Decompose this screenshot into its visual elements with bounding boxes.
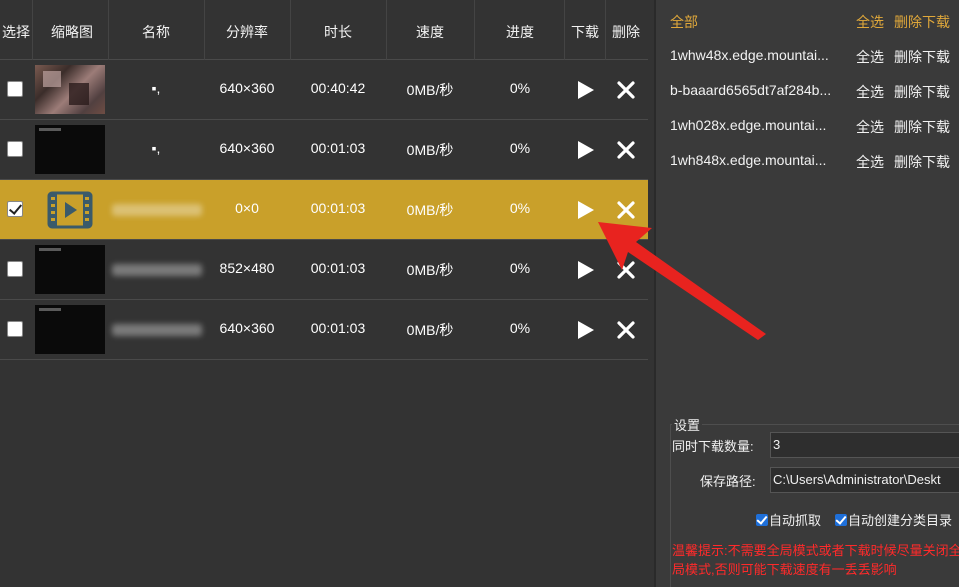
close-icon[interactable] bbox=[616, 80, 636, 100]
auto-capture-checkbox[interactable]: 自动抓取 bbox=[756, 510, 821, 529]
header-resolution: 分辨率 bbox=[226, 24, 268, 40]
site-delete-download-button[interactable]: 删除下载 bbox=[894, 152, 950, 172]
row-checkbox[interactable] bbox=[7, 321, 23, 337]
download-speed: 0MB/秒 bbox=[406, 82, 454, 98]
video-resolution: 852×480 bbox=[219, 260, 275, 276]
header-download: 下载 bbox=[571, 24, 599, 40]
settings-title: 设置 bbox=[672, 415, 703, 434]
delete-all-download-button[interactable]: 删除下载 bbox=[894, 12, 950, 32]
download-progress: 0% bbox=[509, 200, 531, 216]
close-icon[interactable] bbox=[616, 200, 636, 220]
download-speed: 0MB/秒 bbox=[406, 262, 454, 278]
video-name: ▪, bbox=[151, 80, 161, 96]
warning-tip: 温馨提示:不需要全局模式或者下载时候尽量关闭全局模式,否则可能下载速度有一丢丢影… bbox=[672, 543, 959, 577]
video-resolution: 640×360 bbox=[219, 320, 275, 336]
video-name-blurred bbox=[112, 204, 202, 216]
video-duration: 00:01:03 bbox=[310, 200, 366, 216]
site-host: b-baaard6565dt7af284b... bbox=[670, 82, 832, 98]
table-header: 选择 缩略图 名称 分辨率 时长 速度 进度 下载 删除 bbox=[0, 0, 648, 60]
video-duration: 00:01:03 bbox=[310, 260, 366, 276]
video-file-icon bbox=[47, 191, 93, 229]
header-speed: 速度 bbox=[416, 24, 444, 40]
site-host: 1whw48x.edge.mountai... bbox=[670, 47, 829, 63]
download-speed: 0MB/秒 bbox=[406, 202, 454, 218]
site-panel: 全部 全选 删除下载 1whw48x.edge.mountai... 全选 删除… bbox=[654, 0, 959, 587]
row-checkbox[interactable] bbox=[7, 141, 23, 157]
play-download-icon[interactable] bbox=[577, 260, 595, 280]
header-thumbnail: 缩略图 bbox=[51, 24, 93, 40]
table-row[interactable]: ▪, 640×360 00:40:42 0MB/秒 0% bbox=[0, 60, 648, 120]
header-duration: 时长 bbox=[324, 24, 352, 40]
close-icon[interactable] bbox=[616, 140, 636, 160]
save-path-label: 保存路径: bbox=[700, 474, 756, 489]
table-row[interactable]: ▪, 640×360 00:01:03 0MB/秒 0% bbox=[0, 120, 648, 180]
site-delete-download-button[interactable]: 删除下载 bbox=[894, 117, 950, 137]
play-download-icon[interactable] bbox=[577, 320, 595, 340]
video-resolution: 640×360 bbox=[219, 140, 275, 156]
all-sites-label[interactable]: 全部 bbox=[670, 12, 698, 32]
checkbox-checked-icon[interactable] bbox=[835, 514, 847, 526]
close-icon[interactable] bbox=[616, 320, 636, 340]
video-duration: 00:40:42 bbox=[310, 80, 366, 96]
video-thumbnail bbox=[35, 125, 105, 174]
site-delete-download-button[interactable]: 删除下载 bbox=[894, 47, 950, 67]
select-all-button[interactable]: 全选 bbox=[856, 12, 884, 32]
row-checkbox[interactable] bbox=[7, 261, 23, 277]
download-progress: 0% bbox=[509, 140, 531, 156]
video-resolution: 640×360 bbox=[219, 80, 275, 96]
row-checkbox[interactable] bbox=[7, 81, 23, 97]
row-checkbox-checked[interactable] bbox=[7, 201, 23, 217]
video-name: ▪, bbox=[151, 140, 161, 156]
video-thumbnail bbox=[35, 305, 105, 354]
table-row[interactable]: 640×360 00:01:03 0MB/秒 0% bbox=[0, 300, 648, 360]
header-progress: 进度 bbox=[506, 24, 534, 40]
concurrent-downloads-label: 同时下载数量: bbox=[672, 439, 754, 454]
download-speed: 0MB/秒 bbox=[406, 142, 454, 158]
header-select: 选择 bbox=[2, 24, 30, 40]
video-resolution: 0×0 bbox=[235, 200, 259, 216]
close-icon[interactable] bbox=[616, 260, 636, 280]
download-speed: 0MB/秒 bbox=[406, 322, 454, 338]
auto-folder-checkbox[interactable]: 自动创建分类目录 bbox=[835, 510, 952, 529]
table-row[interactable]: 852×480 00:01:03 0MB/秒 0% bbox=[0, 240, 648, 300]
site-select-all-button[interactable]: 全选 bbox=[856, 47, 884, 67]
site-select-all-button[interactable]: 全选 bbox=[856, 117, 884, 137]
site-delete-download-button[interactable]: 删除下载 bbox=[894, 82, 950, 102]
play-download-icon[interactable] bbox=[577, 140, 595, 160]
video-name-blurred bbox=[112, 264, 202, 276]
play-download-icon[interactable] bbox=[577, 200, 595, 220]
auto-capture-label: 自动抓取 bbox=[769, 513, 822, 528]
table-row-selected[interactable]: 0×0 00:01:03 0MB/秒 0% bbox=[0, 180, 648, 240]
auto-folder-label: 自动创建分类目录 bbox=[848, 513, 953, 528]
header-delete: 删除 bbox=[612, 24, 640, 40]
site-select-all-button[interactable]: 全选 bbox=[856, 152, 884, 172]
download-progress: 0% bbox=[509, 80, 531, 96]
video-duration: 00:01:03 bbox=[310, 320, 366, 336]
save-path-input[interactable]: C:\Users\Administrator\Deskt bbox=[770, 467, 959, 493]
header-name: 名称 bbox=[142, 24, 170, 40]
site-host: 1wh848x.edge.mountai... bbox=[670, 152, 827, 168]
video-name-blurred bbox=[112, 324, 202, 336]
download-progress: 0% bbox=[509, 260, 531, 276]
video-thumbnail bbox=[35, 245, 105, 294]
site-select-all-button[interactable]: 全选 bbox=[856, 82, 884, 102]
download-list-panel: 选择 缩略图 名称 分辨率 时长 速度 进度 下载 删除 ▪, 640×360 … bbox=[0, 0, 648, 587]
video-duration: 00:01:03 bbox=[310, 140, 366, 156]
site-host: 1wh028x.edge.mountai... bbox=[670, 117, 827, 133]
concurrent-downloads-input[interactable]: 3 bbox=[770, 432, 959, 458]
checkbox-checked-icon[interactable] bbox=[756, 514, 768, 526]
download-progress: 0% bbox=[509, 320, 531, 336]
play-download-icon[interactable] bbox=[577, 80, 595, 100]
video-thumbnail bbox=[35, 65, 105, 114]
